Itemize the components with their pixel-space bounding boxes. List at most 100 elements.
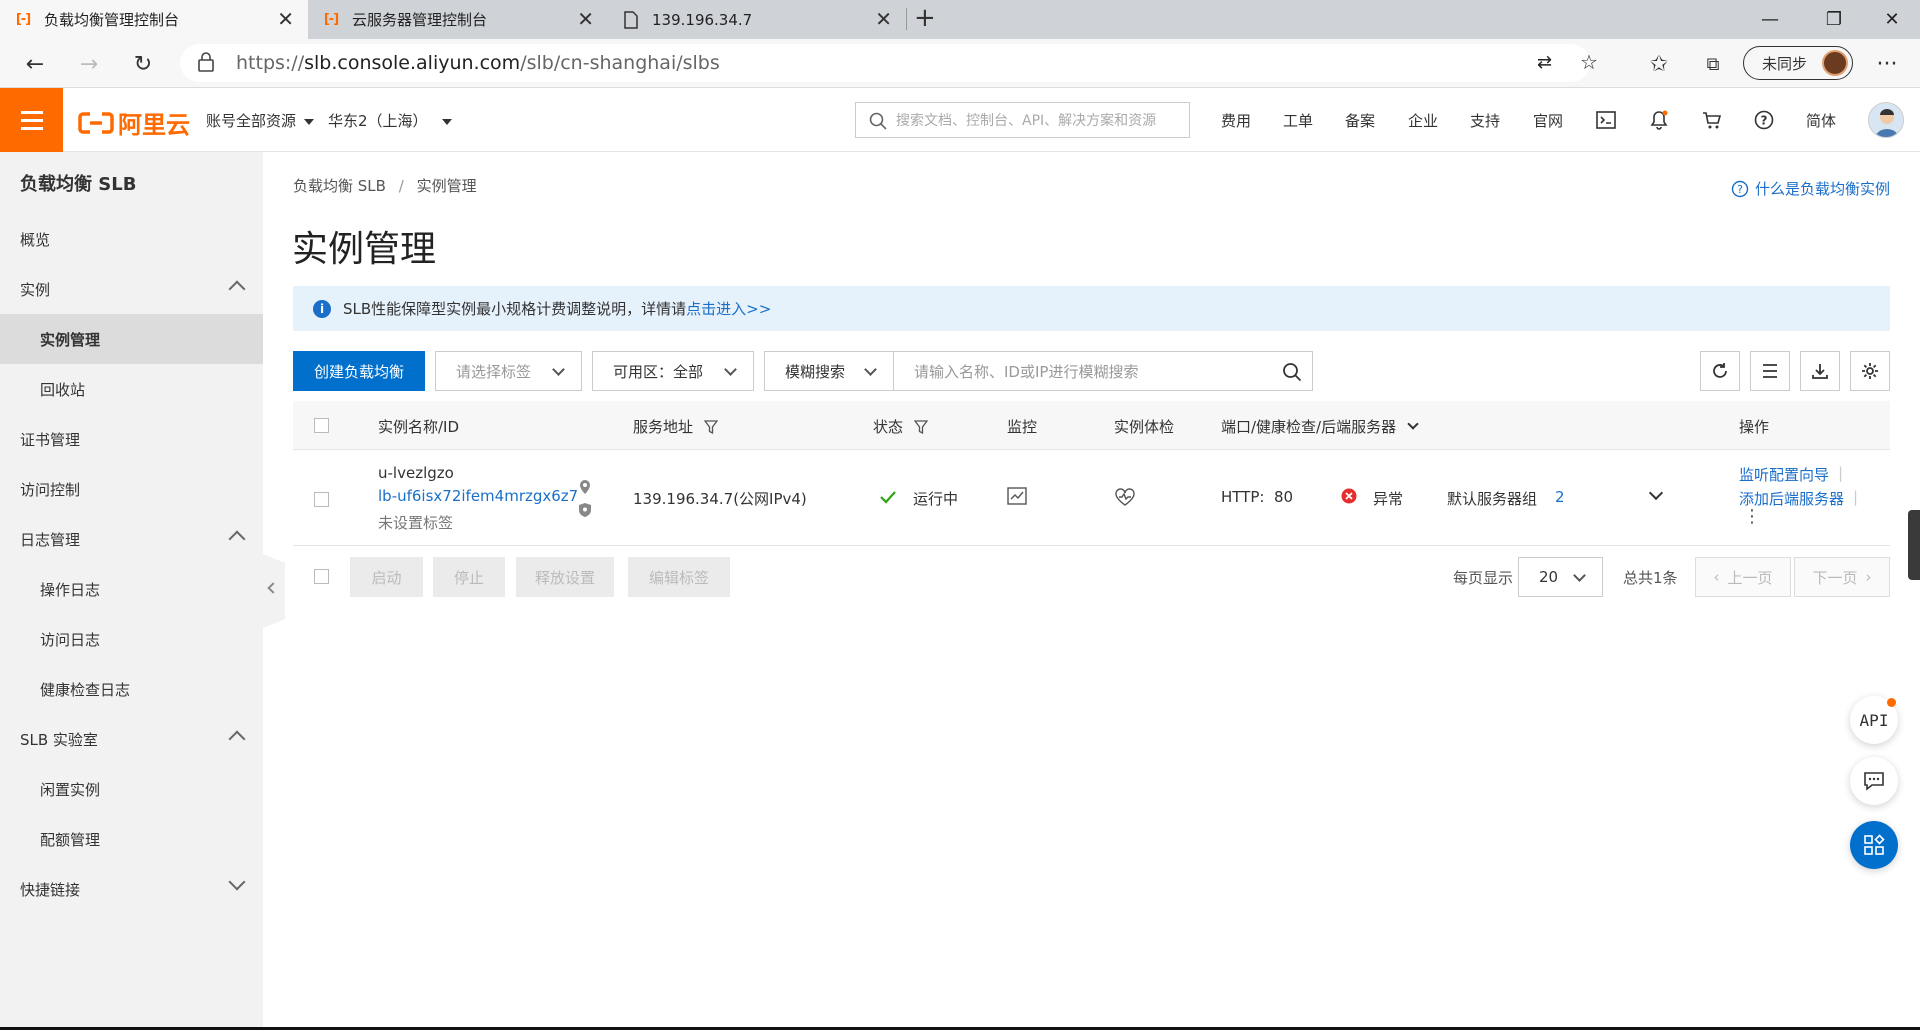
favorites-icon[interactable]: ✩ [1640, 45, 1678, 83]
batch-stop-button[interactable]: 停止 [433, 557, 505, 597]
search-mode-select[interactable]: 模糊搜索 [764, 351, 894, 391]
batch-release-button[interactable]: 释放设置 [516, 557, 614, 597]
cart-icon[interactable] [1700, 108, 1724, 132]
sidebar-group-logs[interactable]: 日志管理 [0, 514, 263, 564]
tag-select[interactable]: 请选择标签 [435, 351, 582, 391]
per-page-select[interactable]: 20 [1518, 557, 1603, 597]
region-select[interactable]: 华东2（上海） [328, 110, 452, 131]
location-pin-icon[interactable] [578, 479, 592, 495]
topnav-icp[interactable]: 备案 [1345, 110, 1375, 131]
forward-arrow-icon[interactable]: → [70, 45, 108, 83]
refresh-button[interactable] [1700, 351, 1740, 391]
sidebar-group-slb-lab[interactable]: SLB 实验室 [0, 714, 263, 764]
favorite-star-icon[interactable]: ☆ [1580, 50, 1598, 74]
sidebar-item-health-check-logs[interactable]: 健康检查日志 [0, 664, 263, 714]
more-icon[interactable]: ··· [1868, 45, 1906, 83]
sidebar-item-recycle-bin[interactable]: 回收站 [0, 364, 263, 414]
browser-tab-slb[interactable]: [-] 负载均衡管理控制台 ✕ [0, 0, 308, 39]
sidebar-item-operation-logs[interactable]: 操作日志 [0, 564, 263, 614]
url-field[interactable]: https:// slb.console.aliyun.com /slb/cn-… [180, 44, 1598, 82]
global-search-input[interactable]: 搜索文档、控制台、API、解决方案和资源 [855, 102, 1190, 138]
batch-edit-tags-button[interactable]: 编辑标签 [628, 557, 730, 597]
user-avatar[interactable] [1868, 102, 1904, 138]
column-settings-button[interactable] [1750, 351, 1790, 391]
row-checkbox[interactable] [314, 492, 329, 507]
tab-divider [906, 8, 907, 30]
window-close-icon[interactable]: ✕ [1862, 0, 1920, 39]
browser-tab-ip[interactable]: 139.196.34.7 ✕ [608, 0, 906, 39]
breadcrumb: 负载均衡 SLB / 实例管理 [293, 175, 477, 196]
topnav-support[interactable]: 支持 [1470, 110, 1500, 131]
zone-select[interactable]: 可用区：全部 [592, 351, 754, 391]
more-actions-icon[interactable]: ⋮ [1743, 508, 1761, 526]
account-scope-label: 账号全部资源 [206, 112, 297, 130]
back-arrow-icon[interactable]: ← [16, 45, 54, 83]
sidebar-item-quota[interactable]: 配额管理 [0, 814, 263, 864]
instance-search-input[interactable]: 请输入名称、ID或IP进行模糊搜索 [893, 351, 1313, 391]
collections-icon[interactable]: ⧉ [1694, 45, 1732, 83]
breadcrumb-root[interactable]: 负载均衡 SLB [293, 177, 386, 195]
aliyun-logo[interactable]: 阿里云 [78, 105, 190, 140]
instance-id-link[interactable]: lb-uf6isx72ifem4mrzgx6z7 [378, 487, 578, 505]
aliyun-favicon-icon: [-] [323, 12, 339, 27]
apps-fab-button[interactable] [1850, 821, 1898, 869]
topnav-fees[interactable]: 费用 [1221, 110, 1251, 131]
batch-start-button[interactable]: 启动 [350, 557, 423, 597]
create-slb-button[interactable]: 创建负载均衡 [293, 351, 425, 391]
monitor-chart-icon[interactable] [1007, 487, 1027, 505]
help-icon[interactable]: ? [1752, 108, 1776, 132]
topnav-enterprise[interactable]: 企业 [1408, 110, 1438, 131]
new-tab-plus-icon[interactable]: + [914, 4, 936, 32]
refresh-icon[interactable]: ↻ [124, 45, 162, 83]
minimize-icon[interactable]: — [1740, 0, 1800, 39]
topnav-official-site[interactable]: 官网 [1533, 110, 1563, 131]
language-switch[interactable]: 简体 [1806, 110, 1836, 131]
sidebar-item-idle-instances[interactable]: 闲置实例 [0, 764, 263, 814]
sidebar-group-instances[interactable]: 实例 [0, 264, 263, 314]
translate-icon[interactable]: ⇄ [1537, 52, 1552, 73]
close-icon[interactable]: ✕ [277, 9, 294, 29]
next-page-button[interactable]: 下一页 › [1794, 557, 1890, 597]
feedback-fab-button[interactable] [1850, 757, 1898, 805]
sidebar-item-label: 访问控制 [20, 480, 81, 499]
shield-icon[interactable] [578, 502, 592, 518]
settings-button[interactable] [1850, 351, 1890, 391]
terminal-icon[interactable] [1594, 108, 1618, 132]
account-scope-select[interactable]: 账号全部资源 [206, 110, 315, 131]
sidebar-item-access-logs[interactable]: 访问日志 [0, 614, 263, 664]
search-mode-label: 模糊搜索 [785, 362, 846, 381]
api-fab-button[interactable]: API [1850, 696, 1898, 744]
health-status[interactable]: 异常 [1373, 488, 1403, 509]
browser-tab-ecs[interactable]: [-] 云服务器管理控制台 ✕ [308, 0, 608, 39]
menu-hamburger-icon[interactable] [0, 88, 63, 152]
listener-wizard-link[interactable]: 监听配置向导 [1739, 464, 1829, 485]
notification-bell-icon[interactable] [1647, 108, 1671, 132]
help-link[interactable]: ? 什么是负载均衡实例 [1731, 178, 1890, 199]
notice-link[interactable]: 点击进入>> [686, 298, 771, 319]
export-button[interactable] [1800, 351, 1840, 391]
prev-page-button[interactable]: ‹ 上一页 [1695, 557, 1791, 597]
topnav-tickets[interactable]: 工单 [1283, 110, 1313, 131]
sidebar-item-instance-management[interactable]: 实例管理 [0, 314, 263, 364]
filter-icon[interactable] [913, 420, 929, 435]
sidebar-collapse-handle[interactable] [263, 554, 285, 628]
prev-page-label: 上一页 [1727, 568, 1773, 587]
expand-chevron-down-icon[interactable] [1648, 485, 1664, 501]
search-icon[interactable] [1282, 362, 1302, 382]
profile-sync-button[interactable]: 未同步 [1743, 46, 1853, 80]
batch-select-checkbox[interactable] [314, 569, 329, 584]
server-count-link[interactable]: 2 [1555, 488, 1565, 506]
sidebar-item-certificates[interactable]: 证书管理 [0, 414, 263, 464]
scrollbar-handle[interactable] [1908, 510, 1920, 580]
sidebar-item-overview[interactable]: 概览 [0, 214, 263, 264]
maximize-icon[interactable]: ❐ [1804, 0, 1864, 39]
close-icon[interactable]: ✕ [577, 9, 594, 29]
select-all-checkbox[interactable] [314, 418, 329, 433]
filter-icon[interactable] [703, 420, 719, 435]
sidebar-item-access-control[interactable]: 访问控制 [0, 464, 263, 514]
close-icon[interactable]: ✕ [875, 9, 892, 29]
heartbeat-icon[interactable] [1114, 488, 1136, 506]
col-port-health-backend[interactable]: 端口/健康检查/后端服务器 [1221, 416, 1419, 437]
sidebar-group-quick-links[interactable]: 快捷链接 [0, 864, 263, 914]
list-icon [1763, 364, 1777, 378]
